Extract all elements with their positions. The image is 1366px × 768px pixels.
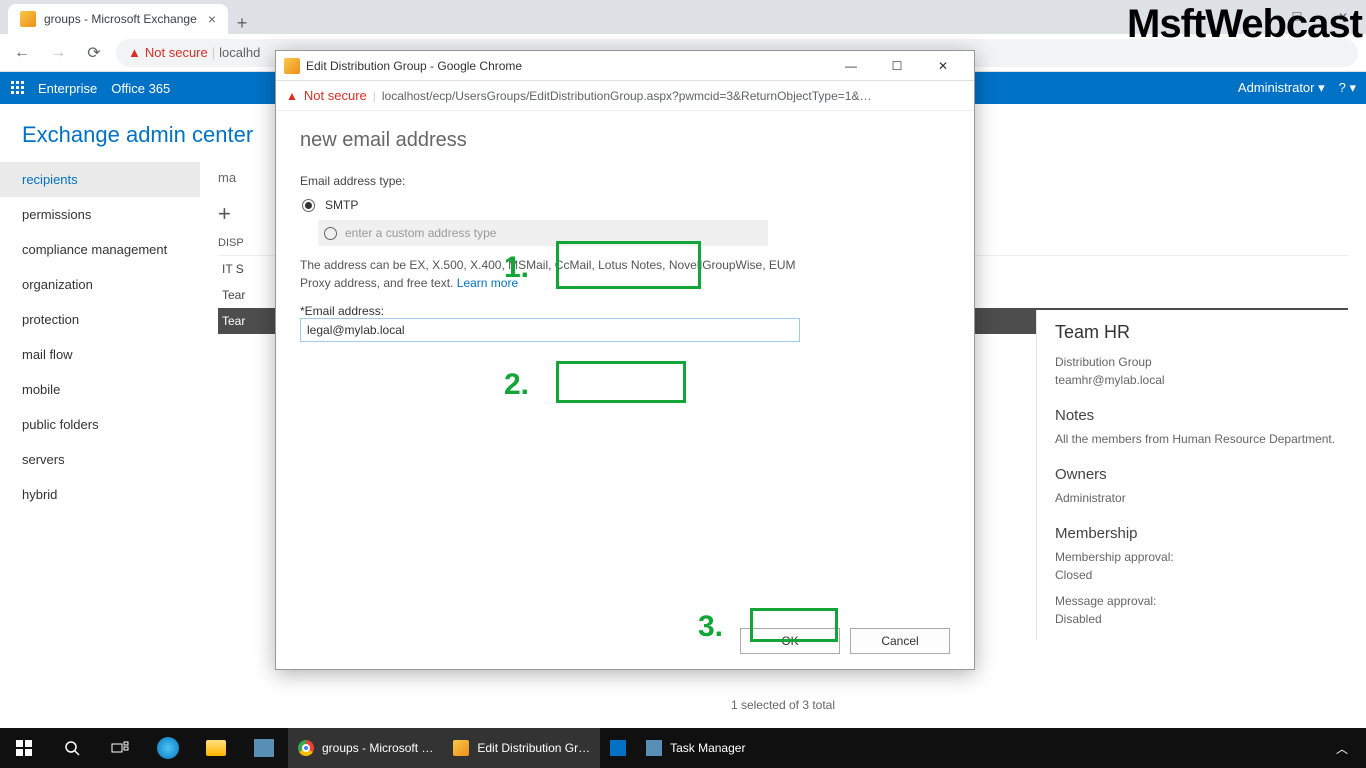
start-button[interactable] <box>0 728 48 768</box>
callout-number-1: 1. <box>504 251 529 285</box>
message-approval-value: Disabled <box>1055 610 1348 628</box>
custom-type-placeholder: enter a custom address type <box>345 226 496 240</box>
tray-chevron-icon[interactable]: ︿ <box>1326 740 1358 757</box>
details-membership-heading: Membership <box>1055 525 1348 542</box>
popup-titlebar[interactable]: Edit Distribution Group - Google Chrome … <box>276 51 974 81</box>
browser-tab[interactable]: groups - Microsoft Exchange × <box>8 4 228 34</box>
forward-button[interactable]: → <box>44 39 72 67</box>
taskbar-app-exchange-toolbox[interactable] <box>600 728 636 768</box>
email-field-label: *Email address: <box>300 304 950 318</box>
taskbar-popup-icon <box>453 740 469 756</box>
popup-url-separator: | <box>373 89 376 103</box>
taskbar-app-label: Edit Distribution Gr… <box>477 741 590 755</box>
edit-group-popup: Edit Distribution Group - Google Chrome … <box>275 50 975 670</box>
task-view-button[interactable] <box>96 728 144 768</box>
membership-approval-label: Membership approval: <box>1055 548 1348 566</box>
membership-approval-value: Closed <box>1055 566 1348 584</box>
popup-minimize-icon[interactable]: — <box>828 51 874 81</box>
taskbar-app-popup[interactable]: Edit Distribution Gr… <box>443 728 600 768</box>
details-type: Distribution Group <box>1055 353 1348 371</box>
details-owners: Administrator <box>1055 489 1348 507</box>
popup-security-status: Not secure <box>304 88 367 103</box>
callout-number-2: 2. <box>504 368 529 402</box>
nav-hybrid[interactable]: hybrid <box>0 477 200 512</box>
help-text: The address can be EX, X.500, X.400, MSM… <box>300 256 810 292</box>
list-status: 1 selected of 3 total <box>200 688 1366 722</box>
header-enterprise-link[interactable]: Enterprise <box>38 81 97 96</box>
popup-close-icon[interactable]: ✕ <box>920 51 966 81</box>
taskbar-exchange-icon <box>610 740 626 756</box>
smtp-radio-option[interactable]: SMTP <box>300 194 950 216</box>
radio-unselected-icon[interactable] <box>324 227 337 240</box>
help-icon[interactable]: ? ▾ <box>1339 80 1356 96</box>
taskbar-ie-icon[interactable] <box>144 728 192 768</box>
popup-address-bar: ▲ Not secure | localhost/ecp/UsersGroups… <box>276 81 974 111</box>
header-user-dropdown[interactable]: Administrator ▾ <box>1238 80 1325 96</box>
details-pane: Team HR Distribution Group teamhr@mylab.… <box>1036 310 1366 640</box>
nav-permissions[interactable]: permissions <box>0 197 200 232</box>
custom-type-radio-option[interactable]: enter a custom address type <box>318 220 768 246</box>
details-title: Team HR <box>1055 322 1348 343</box>
tab-favicon <box>20 11 36 27</box>
popup-url: localhost/ecp/UsersGroups/EditDistributi… <box>382 89 872 103</box>
callout-number-3: 3. <box>698 610 723 644</box>
radio-selected-icon[interactable] <box>302 199 315 212</box>
url-text: localhd <box>219 45 260 60</box>
details-notes: All the members from Human Resource Depa… <box>1055 430 1348 448</box>
details-notes-heading: Notes <box>1055 407 1348 424</box>
url-separator: | <box>212 45 215 60</box>
taskbar-app-task-manager[interactable]: Task Manager <box>636 728 755 768</box>
details-owners-heading: Owners <box>1055 466 1348 483</box>
system-tray[interactable]: ︿ <box>1326 740 1366 757</box>
warning-icon: ▲ <box>286 89 298 103</box>
popup-title-text: Edit Distribution Group - Google Chrome <box>306 59 522 73</box>
waffle-icon[interactable] <box>10 80 26 96</box>
nav-recipients[interactable]: recipients <box>0 162 200 197</box>
nav-servers[interactable]: servers <box>0 442 200 477</box>
popup-favicon <box>284 58 300 74</box>
watermark-text: MsftWebcast <box>1127 2 1362 47</box>
email-address-input[interactable] <box>300 318 800 342</box>
nav-protection[interactable]: protection <box>0 302 200 337</box>
windows-taskbar: groups - Microsoft … Edit Distribution G… <box>0 728 1366 768</box>
left-nav: recipients permissions compliance manage… <box>0 162 200 724</box>
nav-mobile[interactable]: mobile <box>0 372 200 407</box>
nav-compliance[interactable]: compliance management <box>0 232 200 267</box>
nav-organization[interactable]: organization <box>0 267 200 302</box>
taskbar-app-label: Task Manager <box>670 741 745 755</box>
nav-public-folders[interactable]: public folders <box>0 407 200 442</box>
warning-icon: ▲ <box>128 45 141 60</box>
tab-title: groups - Microsoft Exchange <box>44 12 197 26</box>
cancel-button[interactable]: Cancel <box>850 628 950 654</box>
ok-button[interactable]: OK <box>740 628 840 654</box>
taskbar-server-manager-icon[interactable] <box>240 728 288 768</box>
nav-mail-flow[interactable]: mail flow <box>0 337 200 372</box>
taskbar-explorer-icon[interactable] <box>192 728 240 768</box>
taskbar-app-chrome[interactable]: groups - Microsoft … <box>288 728 443 768</box>
details-email: teamhr@mylab.local <box>1055 371 1348 389</box>
message-approval-label: Message approval: <box>1055 592 1348 610</box>
email-type-label: Email address type: <box>300 174 950 188</box>
back-button[interactable]: ← <box>8 39 36 67</box>
taskbar-taskmgr-icon <box>646 740 662 756</box>
popup-maximize-icon[interactable]: ☐ <box>874 51 920 81</box>
smtp-radio-label: SMTP <box>325 198 358 212</box>
taskbar-app-label: groups - Microsoft … <box>322 741 433 755</box>
dialog-heading: new email address <box>300 129 950 152</box>
security-status: Not secure <box>145 45 208 60</box>
header-office365-link[interactable]: Office 365 <box>111 81 170 96</box>
search-button[interactable] <box>48 728 96 768</box>
reload-button[interactable]: ⟳ <box>80 39 108 67</box>
new-tab-button[interactable]: + <box>228 13 256 34</box>
close-tab-icon[interactable]: × <box>208 11 216 27</box>
